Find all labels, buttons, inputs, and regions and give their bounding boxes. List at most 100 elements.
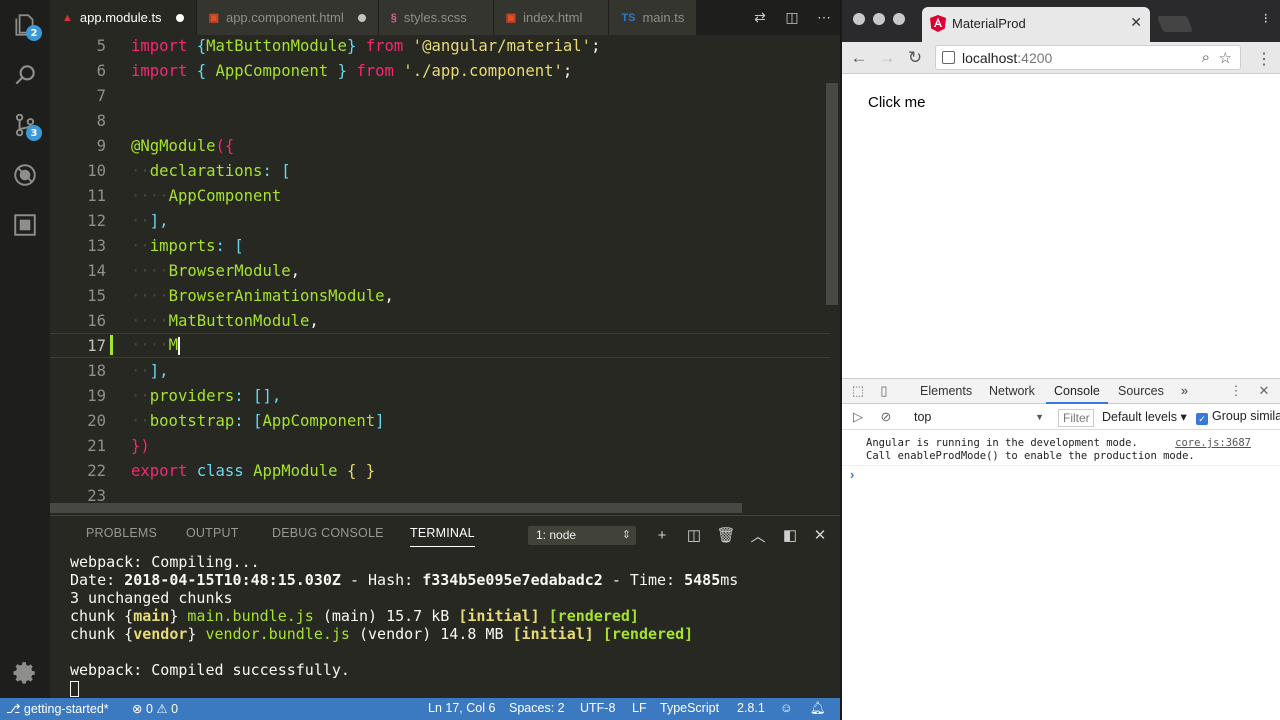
tab-close-icon[interactable]: ✕ [1130, 14, 1142, 31]
devtools-more-tabs[interactable]: » [1181, 384, 1188, 398]
terminal-text: [initial] [512, 625, 594, 643]
explorer-icon[interactable]: 2 [0, 0, 50, 50]
terminal-select[interactable]: 1: node [528, 526, 636, 545]
back-arrow-icon[interactable]: ← [847, 46, 871, 70]
terminal-text: 2018-04-15T10:48:15.030Z [124, 571, 341, 589]
console-filter-input[interactable]: Filter [1058, 409, 1094, 427]
problems-status[interactable]: ⊗ 0 ⚠ 0 [132, 701, 178, 716]
panel-tab-bar: PROBLEMS OUTPUT DEBUG CONSOLE TERMINAL 1… [50, 516, 840, 552]
panel-layout-icon[interactable]: ◧ [780, 525, 800, 545]
code-token: ({ [215, 136, 235, 155]
open-changes-icon[interactable]: ⇄ [744, 0, 776, 35]
tab-label: main.ts [642, 10, 685, 25]
profile-menu-icon[interactable]: ⁝ [1264, 10, 1268, 27]
tab-index-html[interactable]: ▣ index.html [493, 0, 610, 35]
tab-styles-scss[interactable]: § styles.scss [378, 0, 494, 35]
code-token: } [346, 36, 366, 55]
code-token: import [131, 36, 188, 55]
new-terminal-icon[interactable]: + [652, 525, 672, 545]
cursor-position[interactable]: Ln 17, Col 6 [428, 701, 495, 715]
console-prompt-icon[interactable]: › [850, 467, 854, 482]
device-toolbar-icon[interactable]: ▯ [876, 383, 892, 399]
bottom-panel: PROBLEMS OUTPUT DEBUG CONSOLE TERMINAL 1… [50, 515, 840, 698]
devtools-tab-console[interactable]: Console [1046, 384, 1108, 404]
source-control-icon[interactable]: 3 [0, 100, 50, 150]
devtools-tab-elements[interactable]: Elements [920, 384, 972, 398]
code-token: ], [149, 211, 169, 230]
vertical-scrollbar[interactable] [826, 83, 838, 305]
code-line: 5 import {MatButtonModule} from '@angula… [50, 35, 830, 58]
debug-icon[interactable] [0, 150, 50, 200]
execution-context-select[interactable]: top [906, 408, 1044, 426]
trash-icon[interactable]: 🗑 [716, 525, 736, 545]
line-number: 7 [96, 86, 106, 105]
code-token: class [196, 461, 244, 480]
devtools-close-icon[interactable]: ✕ [1256, 383, 1272, 399]
devtools-tab-network[interactable]: Network [989, 384, 1035, 398]
tab-main-ts[interactable]: TS main.ts [609, 0, 698, 35]
tab-label: app.component.html [225, 10, 344, 25]
forward-arrow-icon[interactable]: → [875, 46, 899, 70]
html-file-icon: ▣ [208, 12, 219, 24]
settings-gear-icon[interactable] [0, 648, 50, 698]
more-actions-icon[interactable]: ⋯ [808, 0, 840, 35]
eol-status[interactable]: LF [632, 701, 647, 715]
clear-console-icon[interactable]: ⊘ [878, 409, 894, 425]
code-editor[interactable]: 5 import {MatButtonModule} from '@angula… [50, 35, 840, 515]
code-token: , [309, 311, 319, 330]
language-mode[interactable]: TypeScript [660, 701, 719, 715]
new-tab-button[interactable] [1157, 16, 1193, 32]
search-icon[interactable] [0, 50, 50, 100]
address-bar[interactable]: localhost:4200 ⌕ ☆ [935, 45, 1241, 70]
click-me-button[interactable]: Click me [854, 88, 940, 118]
page-info-icon[interactable] [942, 51, 955, 64]
log-levels-dropdown[interactable]: Default levels ▾ [1102, 409, 1187, 424]
browser-tab[interactable]: MaterialProd ✕ [922, 7, 1150, 42]
devtools-tab-sources[interactable]: Sources [1118, 384, 1164, 398]
unsaved-dot-icon[interactable] [175, 13, 184, 22]
reload-icon[interactable]: ↻ [903, 46, 927, 70]
horizontal-scrollbar[interactable] [50, 503, 742, 513]
terminal-text: [rendered] [602, 625, 694, 643]
notification-bell-icon[interactable]: 🔔︎ [810, 701, 826, 716]
console-source-link[interactable]: core.js:3687 [1175, 437, 1251, 449]
terminal-output[interactable]: webpack: Compiling... Date: 2018-04-15T10… [70, 553, 830, 697]
maximize-window-button[interactable] [893, 13, 905, 25]
branch-status[interactable]: ⎇ getting-started* [6, 701, 109, 716]
indentation-status[interactable]: Spaces: 2 [509, 701, 565, 715]
code-token: AppComponent [215, 61, 329, 80]
ts-version[interactable]: 2.8.1 [737, 701, 765, 715]
split-editor-icon[interactable]: ◫ [776, 0, 808, 35]
terminal-text: - Hash: [340, 571, 423, 589]
tab-debug-console[interactable]: DEBUG CONSOLE [272, 526, 384, 540]
error-icon: ⊗ [132, 702, 143, 716]
extensions-icon[interactable] [0, 200, 50, 250]
unsaved-dot-icon[interactable] [357, 13, 366, 22]
terminal-cursor [70, 680, 79, 697]
console-message-line: Call enableProdMode() to enable the prod… [866, 450, 1195, 462]
close-window-button[interactable] [853, 13, 865, 25]
close-panel-icon[interactable]: ✕ [810, 525, 830, 545]
line-number: 21 [87, 436, 106, 455]
tab-app-module-ts[interactable]: ▲ app.module.ts [50, 0, 197, 35]
maximize-panel-icon[interactable]: ︿ [748, 525, 768, 545]
tab-problems[interactable]: PROBLEMS [86, 526, 157, 540]
chrome-menu-icon[interactable]: ⋮ [1256, 49, 1272, 69]
bookmark-star-icon[interactable]: ☆ [1219, 49, 1232, 67]
minimize-window-button[interactable] [873, 13, 885, 25]
console-sidebar-icon[interactable]: ▷ [850, 409, 866, 425]
zoom-icon[interactable]: ⌕ [1202, 49, 1210, 66]
tab-app-component-html[interactable]: ▣ app.component.html [196, 0, 379, 35]
tab-output[interactable]: OUTPUT [186, 526, 239, 540]
feedback-smiley-icon[interactable]: ☺ [780, 701, 793, 715]
terminal-line: Date: 2018-04-15T10:48:15.030Z - Hash: f… [70, 571, 830, 589]
encoding-status[interactable]: UTF-8 [580, 701, 615, 715]
devtools-menu-icon[interactable]: ⋮ [1228, 383, 1244, 399]
tab-terminal[interactable]: TERMINAL [410, 526, 475, 547]
code-token: MatButtonModule [168, 311, 310, 330]
code-line: 18 ··], [50, 358, 830, 383]
terminal-line: chunk {vendor} vendor.bundle.js (vendor)… [70, 625, 830, 643]
split-terminal-icon[interactable]: ◫ [684, 525, 704, 545]
inspect-element-icon[interactable]: ⬚ [850, 383, 866, 399]
group-similar-checkbox[interactable]: ✓ Group simila [1196, 409, 1280, 425]
